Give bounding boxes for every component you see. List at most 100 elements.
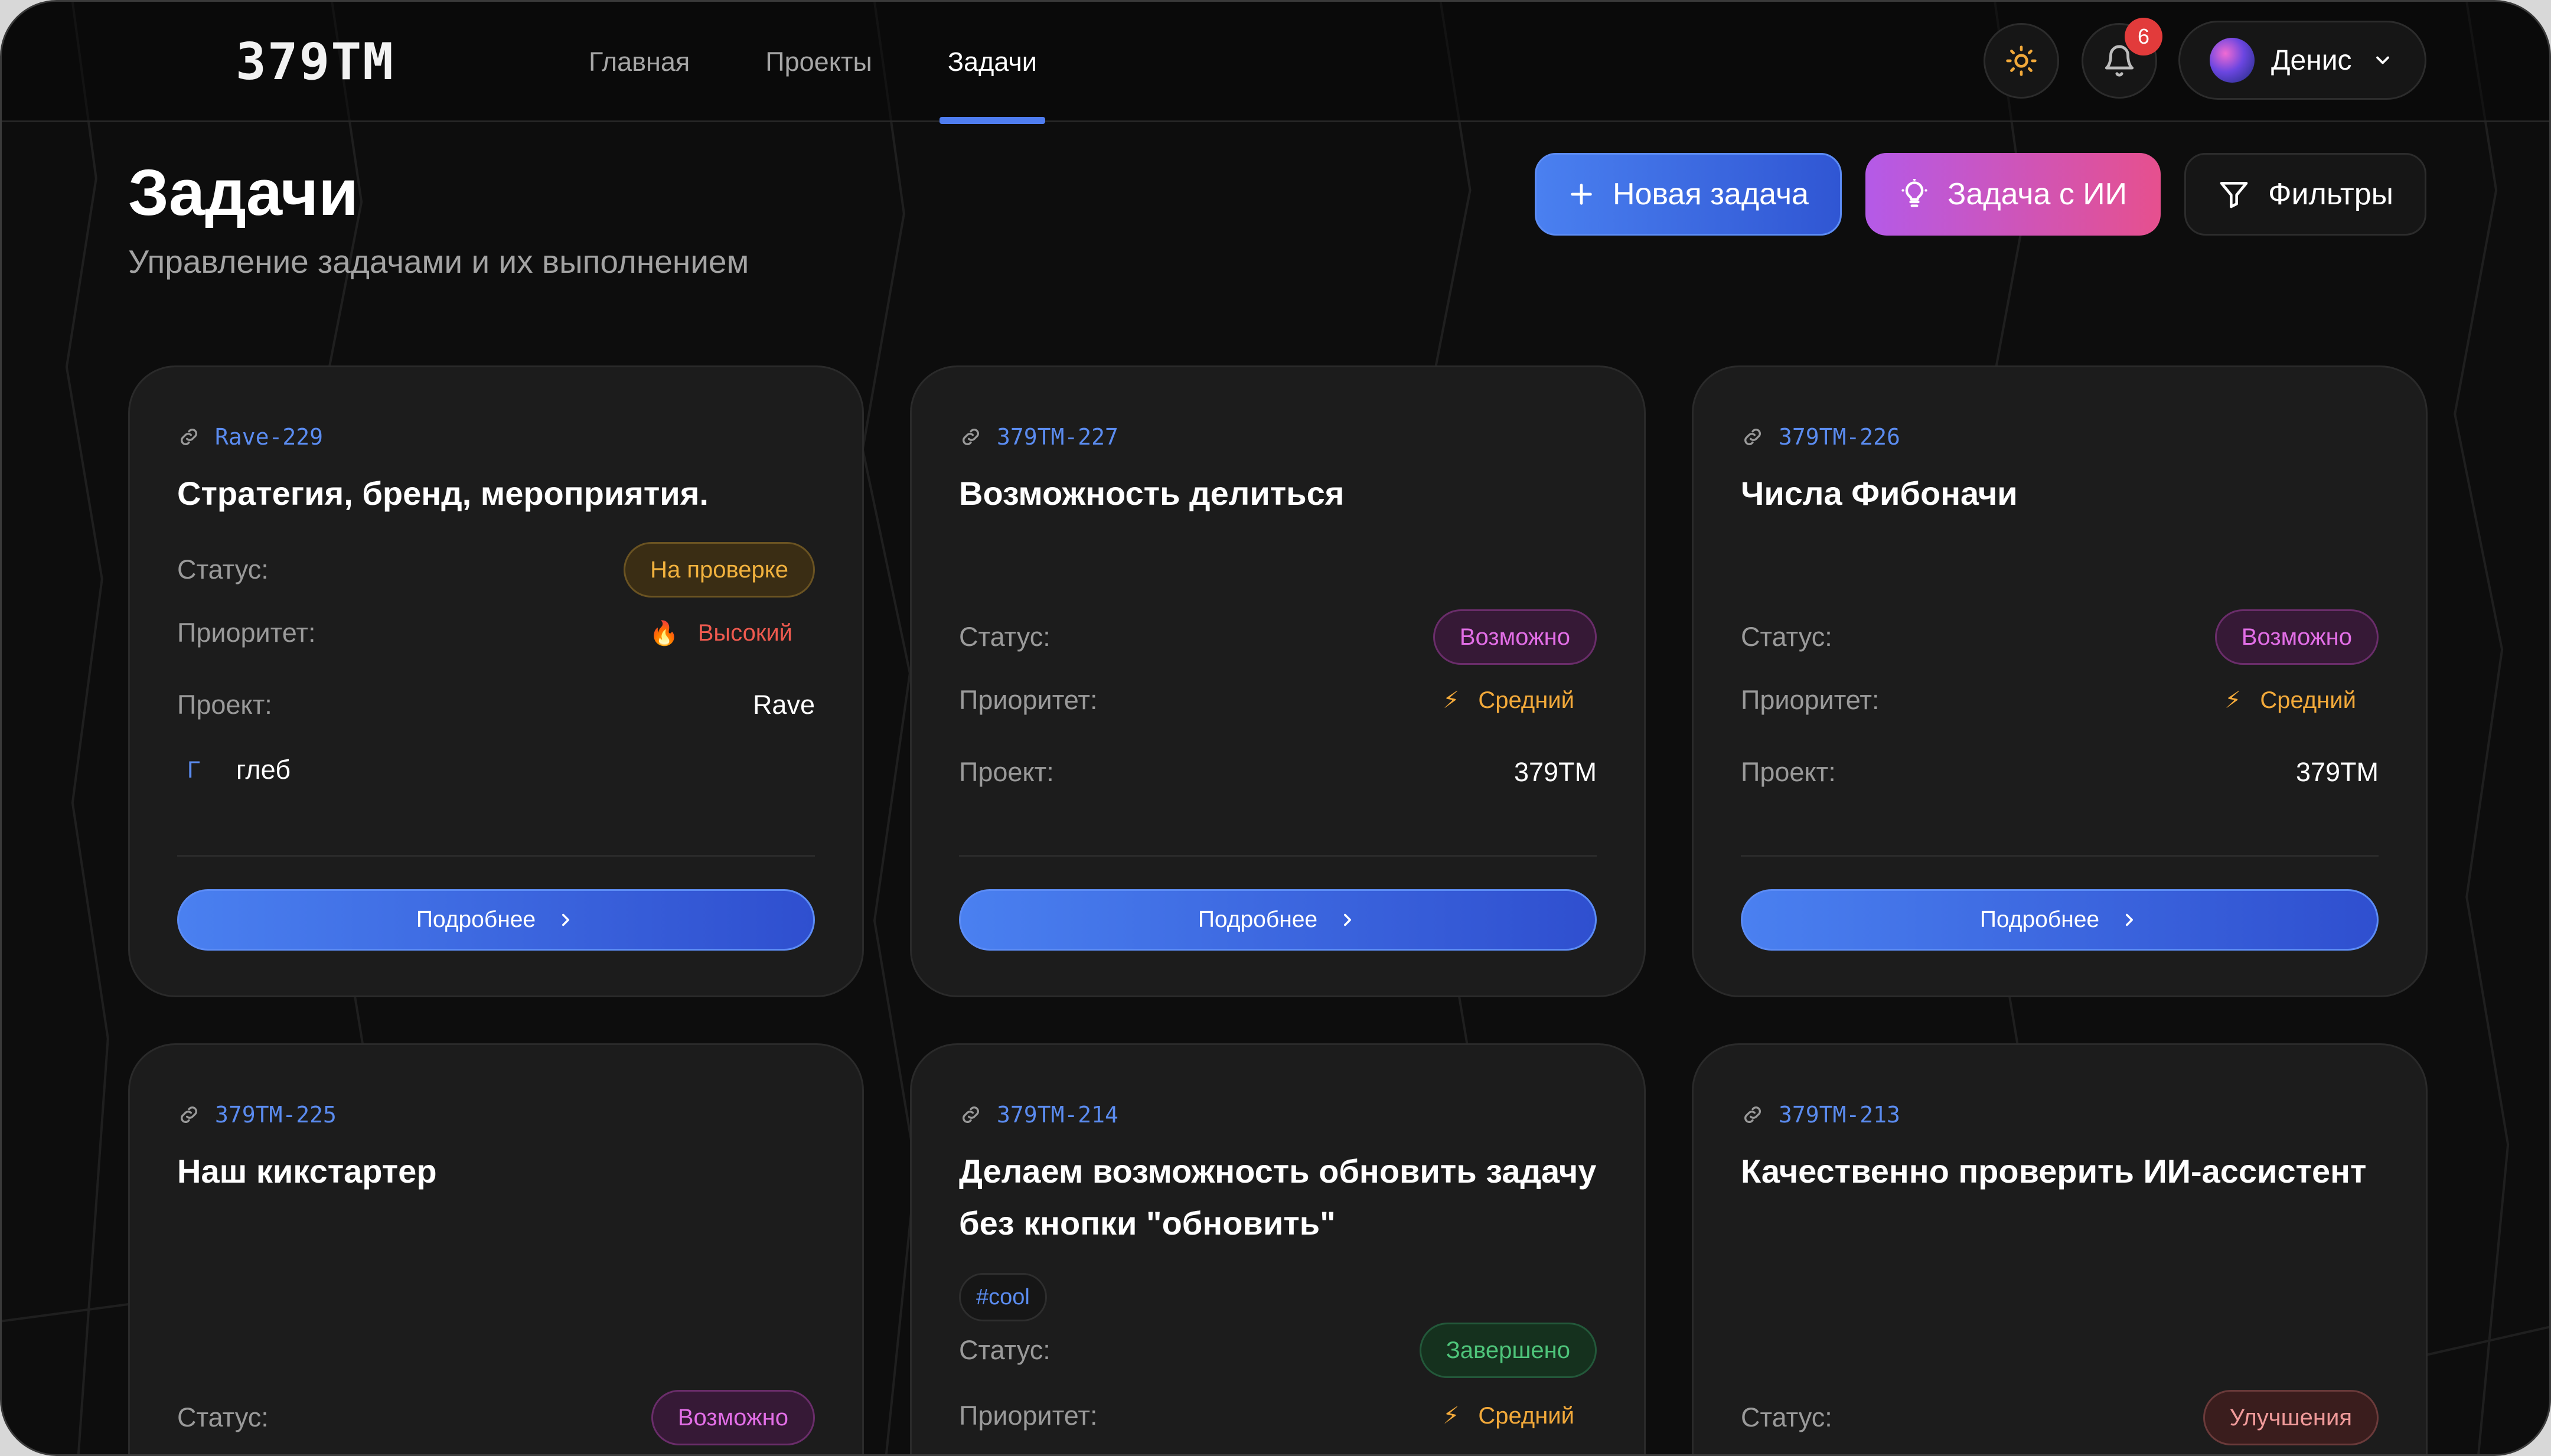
priority-value: 🔥 Высокий (650, 619, 792, 647)
ai-task-button[interactable]: Задача с ИИ (1865, 153, 2161, 236)
project-value: 379TM (1513, 757, 1597, 787)
details-label: Подробнее (416, 907, 536, 932)
assignee-name: глеб (236, 755, 291, 785)
lightning-icon: ⚡ (1443, 687, 1460, 713)
task-id: Rave-229 (215, 424, 324, 450)
priority-label: Приоритет: (959, 1400, 1098, 1431)
task-title: Делаем возможность обновить задачу без к… (959, 1153, 1597, 1242)
theme-toggle-button[interactable] (1984, 23, 2059, 99)
task-title: Качественно проверить ИИ-ассистент (1741, 1153, 2367, 1190)
task-title: Стратегия, бренд, мероприятия. (177, 475, 709, 512)
status-badge: Возможно (1433, 609, 1597, 665)
nav-item-projects[interactable]: Проекты (765, 2, 872, 122)
notifications-button[interactable]: 6 (2082, 18, 2162, 99)
project-label: Проект: (177, 690, 272, 720)
task-id-link[interactable]: 379TM-213 (1741, 1102, 1900, 1128)
task-card[interactable]: 379TM-214 Делаем возможность обновить за… (910, 1043, 1646, 1454)
user-name: Денис (2271, 44, 2352, 76)
nav-item-home[interactable]: Главная (589, 2, 690, 122)
page-title: Задачи (128, 156, 358, 229)
priority-label: Приоритет: (959, 685, 1098, 715)
project-label: Проект: (959, 757, 1054, 787)
status-row: Статус: Возможно (177, 1390, 815, 1445)
priority-text: Высокий (697, 619, 792, 646)
project-value: Rave (752, 690, 815, 720)
task-id-link[interactable]: Rave-229 (177, 424, 323, 450)
status-label: Статус: (177, 554, 269, 585)
priority-value: ⚡ Средний (1443, 687, 1574, 714)
project-value: 379TM (2295, 757, 2379, 787)
link-icon (181, 429, 197, 445)
task-id-link[interactable]: 379TM-214 (959, 1102, 1118, 1128)
project-row: Проект: 379TM (1741, 757, 2379, 788)
nav-item-tasks[interactable]: Задачи (939, 2, 1046, 124)
task-card[interactable]: 379TM-226 Числа Фибоначи Статус: Возможн… (1692, 365, 2428, 997)
lightbulb-icon (1901, 179, 1927, 207)
filter-icon (2220, 182, 2248, 208)
status-row: Статус: Завершено (959, 1323, 1597, 1378)
priority-text: Средний (1478, 687, 1574, 713)
details-button[interactable]: Подробнее (1741, 889, 2379, 951)
notification-count-badge: 6 (2125, 18, 2162, 56)
chevron-right-icon (562, 913, 570, 926)
priority-row: Приоритет: ⚡ Средний (1741, 685, 2379, 716)
task-card[interactable]: Rave-229 Стратегия, бренд, мероприятия. … (128, 365, 864, 997)
priority-label: Приоритет: (177, 618, 316, 648)
details-label: Подробнее (1979, 907, 2100, 932)
task-title: Наш кикстартер (177, 1153, 437, 1190)
status-badge: Возможно (2214, 609, 2379, 665)
user-menu[interactable]: Денис (2178, 21, 2426, 100)
details-label: Подробнее (1198, 907, 1318, 932)
fire-icon: 🔥 (649, 620, 679, 647)
chevron-down-icon (2376, 56, 2389, 64)
app-logo[interactable]: 379TM (236, 32, 394, 92)
task-id-link[interactable]: 379TM-226 (1741, 424, 1900, 450)
filters-label: Фильтры (2268, 177, 2394, 211)
priority-value: ⚡ Средний (1443, 1402, 1574, 1429)
divider (177, 855, 815, 857)
plus-icon (1571, 184, 1592, 205)
task-id: 379TM-227 (997, 424, 1118, 450)
task-card[interactable]: 379TM-213 Качественно проверить ИИ-ассис… (1692, 1043, 2428, 1454)
task-card[interactable]: 379TM-227 Возможность делиться Статус: В… (910, 365, 1646, 997)
priority-value: ⚡ Средний (2224, 687, 2356, 714)
task-id: 379TM-213 (1779, 1102, 1900, 1128)
task-id-link[interactable]: 379TM-227 (959, 424, 1118, 450)
project-row: Проект: Rave (177, 690, 815, 720)
lightning-icon: ⚡ (2224, 687, 2242, 713)
chevron-right-icon (1344, 913, 1352, 926)
new-task-button[interactable]: Новая задача (1535, 153, 1842, 236)
details-button[interactable]: Подробнее (177, 889, 815, 951)
status-label: Статус: (1741, 1402, 1832, 1432)
top-navigation-bar: 379TM Главная Проекты Задачи 6 Денис (2, 2, 2549, 124)
avatar (2210, 38, 2255, 83)
divider (959, 855, 1597, 857)
status-row: Статус: На проверке (177, 542, 815, 598)
task-title: Числа Фибоначи (1741, 475, 2018, 512)
details-button[interactable]: Подробнее (959, 889, 1597, 951)
status-label: Статус: (959, 1335, 1051, 1365)
filters-button[interactable]: Фильтры (2184, 153, 2426, 236)
status-label: Статус: (959, 622, 1051, 652)
link-icon (963, 1106, 979, 1123)
link-icon (1744, 429, 1761, 445)
task-title: Возможность делиться (959, 475, 1345, 512)
status-badge: Возможно (651, 1390, 815, 1445)
new-task-label: Новая задача (1613, 177, 1809, 211)
status-label: Статус: (177, 1402, 269, 1432)
sun-icon (2006, 45, 2037, 76)
task-id: 379TM-226 (1779, 424, 1900, 450)
app-window: 379TM Главная Проекты Задачи 6 Денис Зад… (0, 0, 2551, 1456)
main-nav: Главная Проекты Задачи (589, 2, 1113, 124)
task-id: 379TM-225 (215, 1102, 337, 1128)
status-badge: Завершено (1419, 1323, 1597, 1378)
divider (1741, 855, 2379, 857)
task-card[interactable]: 379TM-225 Наш кикстартер Статус: Возможн… (128, 1043, 864, 1454)
priority-text: Средний (2260, 687, 2356, 713)
task-tag[interactable]: #cool (959, 1273, 1047, 1321)
priority-text: Средний (1478, 1402, 1574, 1429)
priority-row: Приоритет: 🔥 Высокий (177, 618, 815, 648)
status-row: Статус: Возможно (1741, 609, 2379, 665)
task-id-link[interactable]: 379TM-225 (177, 1102, 337, 1128)
link-icon (963, 429, 979, 445)
